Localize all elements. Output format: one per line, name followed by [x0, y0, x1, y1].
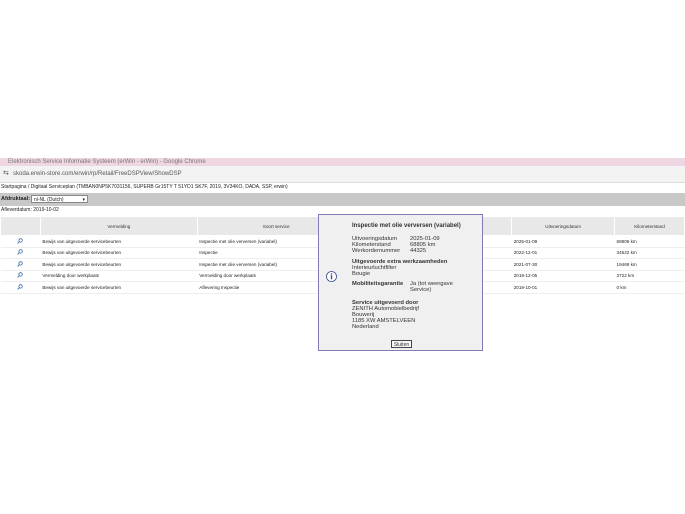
info-icon	[326, 271, 337, 282]
header-vermelding: Vermelding	[39, 216, 198, 236]
extra-work-title: Uitgevoerde extra werkzaamheden	[352, 258, 448, 265]
cell-datum: 2019-10-01	[511, 281, 615, 294]
magnifier-icon[interactable]	[17, 261, 24, 267]
cell-km: 19469 km	[614, 258, 685, 271]
header-kilometerstand: Kilometerstand	[614, 216, 685, 236]
cell-datum: 2021-07-30	[511, 258, 615, 271]
language-value: nl-NL (Dutch)	[34, 197, 64, 203]
cell-vermelding: Vermelding door werkplaats	[40, 270, 198, 282]
cell-km: 34522 km	[614, 247, 685, 259]
cell-datum: 2025-01-09	[511, 235, 615, 248]
language-bar: Afdruktaal: nl-NL (Dutch) ▾	[0, 193, 685, 206]
service-line: Nederland	[352, 324, 379, 331]
dialog-content: Uitvoeringsdatum 2025-01-09 Kilometerstan…	[352, 236, 460, 331]
address-bar[interactable]: ⇆ skoda.erwin-store.com/erwin/rp/Retail/…	[0, 166, 685, 183]
delivery-date: Afleverdatum: 2019-10-02	[1, 207, 59, 213]
header-uitvoeringsdatum: Uitvoeringsdatum	[511, 216, 616, 236]
cell-km: 0 km	[614, 281, 685, 294]
service-detail-dialog: Inspectie met olie verversen (variabel) …	[318, 214, 483, 351]
extra-item: Bougie	[352, 271, 371, 278]
mobility-value: Ja (tot weergave Service)	[410, 281, 453, 294]
cell-vermelding: Bewijs van uitgevoerde servicebeurten	[40, 235, 198, 248]
cell-km: 3722 km	[614, 270, 685, 282]
magnifier-icon[interactable]	[17, 272, 24, 278]
breadcrumb: Startpagina / Digitaal Serviceplan (TMBA…	[1, 184, 288, 190]
language-label: Afdruktaal:	[1, 196, 31, 202]
cell-vermelding: Bewijs van uitgevoerde servicebeurten	[40, 281, 198, 294]
dialog-title: Inspectie met olie verversen (variabel)	[352, 223, 461, 229]
site-settings-icon[interactable]: ⇆	[3, 166, 9, 182]
cell-km: 68805 km	[614, 235, 685, 248]
cell-datum: 2022-12-01	[511, 247, 615, 259]
magnifier-icon[interactable]	[17, 238, 24, 244]
magnifier-icon[interactable]	[17, 249, 24, 255]
window-titlebar: Elektronisch Service Informatie Systeem …	[0, 158, 685, 166]
cell-datum: 2019-12-05	[511, 270, 615, 282]
close-button[interactable]: Sluiten	[391, 340, 412, 348]
chevron-down-icon: ▾	[82, 197, 85, 203]
url-text[interactable]: skoda.erwin-store.com/erwin/rp/Retail/Fr…	[13, 166, 182, 182]
window-title: Elektronisch Service Informatie Systeem …	[8, 159, 206, 165]
mobility-label: Mobiliteitsgarantie	[352, 281, 404, 288]
language-select[interactable]: nl-NL (Dutch) ▾	[31, 195, 88, 203]
header-icon-col	[0, 216, 41, 236]
cell-vermelding: Bewijs van uitgevoerde servicebeurten	[40, 247, 198, 259]
cell-vermelding: Bewijs van uitgevoerde servicebeurten	[40, 258, 198, 271]
magnifier-icon[interactable]	[17, 284, 24, 290]
